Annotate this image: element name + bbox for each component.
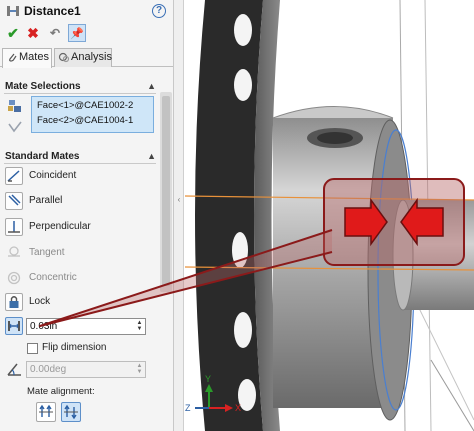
mate-entities-icon (8, 100, 21, 112)
action-toolbar: ✔ ✖ ↶ 📌 (0, 22, 173, 44)
standard-mates-title: Standard Mates (5, 151, 80, 162)
triad-y-label: Y (205, 374, 211, 384)
solidworks-mate-window: Distance1 ? ✔ ✖ ↶ 📌 Mates Analysis Mate … (0, 0, 474, 431)
flip-dimension-label: Flip dimension (42, 342, 107, 353)
mate-option-label: Tangent (29, 247, 65, 258)
tab-analysis-label: Analysis (71, 51, 112, 63)
divider (4, 93, 156, 94)
anti-aligned-icon (64, 404, 78, 420)
triad-x-label: X (235, 403, 241, 413)
tab-analysis[interactable]: Analysis (54, 48, 112, 67)
mate-option-label: Lock (29, 296, 51, 307)
panel-scrollbar[interactable] (160, 92, 172, 292)
pin-icon[interactable]: 📌 (68, 24, 86, 42)
callout-box (323, 178, 465, 266)
property-manager-panel: Distance1 ? ✔ ✖ ↶ 📌 Mates Analysis Mate … (0, 0, 174, 431)
angle-value: 0.00deg (30, 364, 67, 375)
mate-alignment-label: Mate alignment: (27, 386, 95, 397)
mate-option-parallel[interactable]: Parallel (5, 192, 155, 212)
mate-option-label: Perpendicular (29, 221, 91, 232)
tab-mates[interactable]: Mates (2, 48, 52, 68)
mate-option-lock[interactable]: Lock (5, 293, 155, 313)
help-icon[interactable]: ? (152, 4, 166, 18)
distance-mate-icon (7, 6, 19, 16)
perpendicular-icon[interactable] (5, 218, 23, 236)
distance-value: 0.03in (30, 321, 58, 332)
mate-option-perpendicular[interactable]: Perpendicular (5, 218, 155, 238)
mate-option-coincident[interactable]: Coincident (5, 167, 155, 187)
parallel-icon[interactable] (5, 192, 23, 210)
divider (4, 163, 156, 164)
tangent-icon (5, 244, 23, 262)
panel-tabs: Mates Analysis (0, 47, 173, 68)
page-title: Distance1 (24, 4, 81, 18)
list-item[interactable]: Face<2>@CAE1004-1 (37, 115, 133, 126)
distance-input[interactable]: 0.03in ▲ ▼ (26, 318, 146, 335)
graphics-viewport[interactable]: Y X Z (185, 0, 474, 431)
tab-mates-label: Mates (19, 51, 49, 63)
flange (195, 0, 280, 431)
ok-button[interactable]: ✔ (4, 24, 22, 42)
mate-option-tangent: Tangent (5, 244, 155, 264)
panel-title-row: Distance1 ? (0, 0, 173, 22)
mate-selections-list[interactable]: Face<1>@CAE1002-2 Face<2>@CAE1004-1 (31, 96, 154, 133)
mate-option-concentric: Concentric (5, 269, 155, 289)
aligned-button[interactable] (36, 402, 56, 422)
mate-option-label: Coincident (29, 170, 77, 181)
angle-icon (7, 363, 21, 376)
anti-aligned-button[interactable] (61, 402, 81, 422)
distance-icon[interactable] (5, 317, 23, 335)
multiple-mate-icon (8, 121, 22, 133)
spin-arrows-icon[interactable]: ▲ ▼ (135, 320, 144, 333)
model-view[interactable]: Y X Z (185, 0, 474, 431)
collapse-icon[interactable]: ▲ (147, 81, 156, 91)
angle-input: 0.00deg ▲ ▼ (26, 361, 146, 378)
lock-icon[interactable] (5, 293, 23, 311)
analysis-icon (58, 52, 70, 63)
panel-splitter[interactable]: ‹ (174, 0, 184, 431)
triad-z-label: Z (185, 403, 191, 413)
scrollbar-thumb[interactable] (162, 96, 170, 286)
list-item[interactable]: Face<1>@CAE1002-2 (37, 100, 133, 111)
mate-option-label: Concentric (29, 272, 77, 283)
collapse-panel-icon[interactable]: ‹ (175, 192, 183, 208)
undo-icon[interactable]: ↶ (46, 24, 64, 42)
paperclip-icon (9, 53, 17, 62)
aligned-icon (39, 404, 53, 417)
mate-option-label: Parallel (29, 195, 63, 206)
spin-arrows-icon: ▲ ▼ (136, 363, 143, 375)
mate-selections-title: Mate Selections (5, 81, 81, 92)
flip-dimension-checkbox[interactable] (27, 343, 38, 354)
collapse-icon[interactable]: ▲ (147, 151, 156, 161)
coincident-icon[interactable] (5, 167, 23, 185)
cancel-button[interactable]: ✖ (24, 24, 42, 42)
concentric-icon (5, 269, 23, 287)
